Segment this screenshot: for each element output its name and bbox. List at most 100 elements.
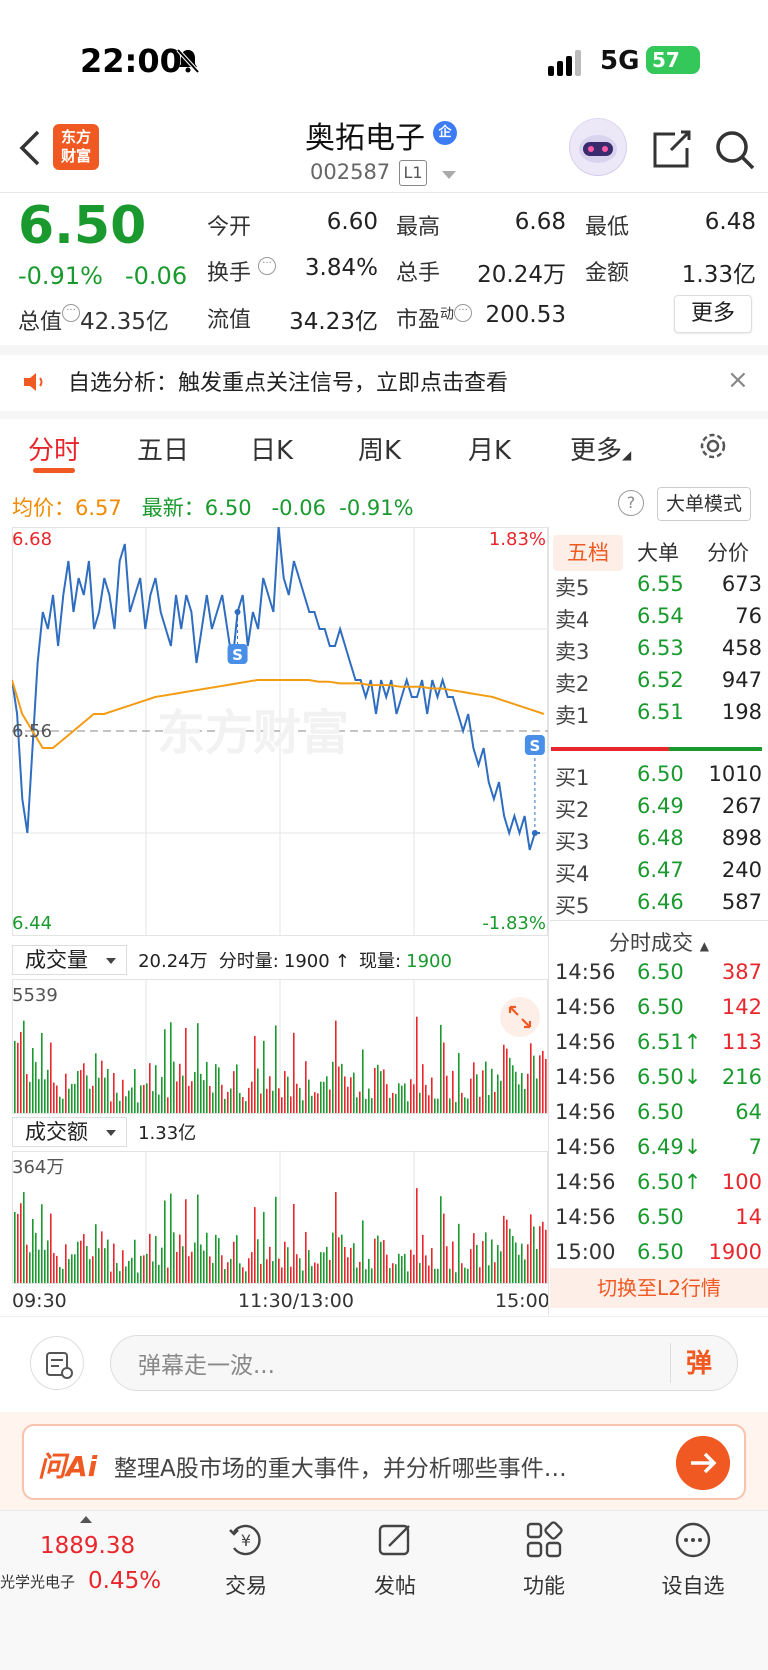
volume-bar bbox=[473, 1233, 475, 1283]
gear-icon[interactable] bbox=[696, 429, 730, 463]
ask-row[interactable]: 卖3 6.53 458 bbox=[555, 636, 762, 668]
volume-bar bbox=[122, 1079, 124, 1113]
tick-time: 14:56 bbox=[555, 995, 616, 1019]
tick-volume: 14 bbox=[735, 1205, 762, 1229]
chevron-up-icon[interactable] bbox=[80, 1516, 92, 1523]
tab-more[interactable]: 更多◢ bbox=[570, 430, 631, 467]
volume-bar bbox=[227, 1262, 229, 1283]
volume-bar bbox=[341, 1063, 343, 1113]
volume-dropdown[interactable]: 成交量 bbox=[12, 945, 127, 975]
ticks-header[interactable]: 分时成交 ▲ bbox=[550, 927, 768, 957]
ask-row[interactable]: 卖1 6.51 198 bbox=[555, 700, 762, 732]
nav-add-watchlist[interactable]: 设自选 bbox=[633, 1520, 753, 1600]
volume-bar bbox=[368, 1258, 370, 1283]
more-button[interactable]: 更多 bbox=[674, 295, 752, 333]
tick-row: 14:56 6.50↑ 100 bbox=[555, 1170, 762, 1204]
arrow-right-icon[interactable] bbox=[676, 1436, 730, 1490]
ask-label: 卖5 bbox=[555, 576, 590, 600]
volume-bar bbox=[350, 1247, 352, 1283]
search-icon[interactable] bbox=[713, 128, 757, 172]
chevron-down-icon[interactable] bbox=[442, 171, 456, 179]
volume-bar bbox=[503, 1215, 505, 1283]
volume-bar bbox=[362, 1220, 364, 1283]
big-order-mode-button[interactable]: 大单模式 bbox=[657, 487, 751, 521]
danmu-toggle-button[interactable]: 弹 bbox=[686, 1343, 712, 1380]
volume-bar bbox=[374, 1067, 376, 1113]
volume-bar bbox=[353, 1072, 355, 1113]
ask-row[interactable]: 卖5 6.55 673 bbox=[555, 572, 762, 604]
volume-bar bbox=[128, 1090, 130, 1113]
volume-bar bbox=[446, 1246, 448, 1283]
intraday-chart[interactable]: 东方财富 S S 6.68 6.56 6.44 1.83% -1.83% 5539… bbox=[12, 527, 548, 1307]
volume-bar bbox=[71, 1083, 73, 1113]
volume-bar bbox=[80, 1240, 82, 1283]
volume-bar bbox=[140, 1255, 142, 1283]
tab-weekly-k[interactable]: 周K bbox=[358, 430, 401, 467]
app-logo: 东方财富 bbox=[53, 124, 99, 170]
switch-l2-button[interactable]: 切换至L2行情 bbox=[550, 1268, 768, 1308]
nav-trade[interactable]: ¥ 交易 bbox=[186, 1520, 306, 1600]
volume-bar bbox=[101, 1231, 103, 1283]
tick-time: 14:56 bbox=[555, 1030, 616, 1054]
volume-bar bbox=[206, 1232, 208, 1283]
index-value[interactable]: 1889.38 bbox=[40, 1533, 135, 1559]
ask-row[interactable]: 卖4 6.54 76 bbox=[555, 604, 762, 636]
close-icon[interactable]: × bbox=[727, 365, 749, 395]
tick-time: 15:00 bbox=[555, 1240, 616, 1264]
back-icon[interactable] bbox=[18, 128, 42, 168]
tick-time: 14:56 bbox=[555, 1205, 616, 1229]
volume-bar bbox=[446, 1075, 448, 1113]
tick-price: 6.50 bbox=[637, 1205, 684, 1229]
danmu-placeholder[interactable]: 弹幕走一波... bbox=[138, 1346, 275, 1380]
tab-five-day[interactable]: 五日 bbox=[137, 430, 189, 467]
nav-functions[interactable]: 功能 bbox=[484, 1520, 604, 1600]
volume-bar bbox=[161, 1247, 163, 1283]
volume-bar bbox=[212, 1092, 214, 1113]
volume-bar bbox=[266, 1088, 268, 1113]
volume-bar bbox=[89, 1088, 91, 1113]
volume-bar bbox=[488, 1265, 490, 1283]
volume-bar bbox=[503, 1044, 505, 1113]
amount-dropdown[interactable]: 成交额 bbox=[12, 1117, 127, 1147]
banner-text[interactable]: 自选分析：触发重点关注信号，立即点击查看 bbox=[68, 365, 508, 397]
help-icon[interactable]: ? bbox=[618, 490, 644, 516]
tab-price-dist[interactable]: 分价 bbox=[693, 535, 763, 571]
volume-bar bbox=[158, 1094, 160, 1113]
bid-row[interactable]: 买2 6.49 267 bbox=[555, 794, 762, 826]
bid-row[interactable]: 买3 6.48 898 bbox=[555, 826, 762, 858]
ai-robot-avatar[interactable] bbox=[569, 118, 627, 176]
volume-bar bbox=[323, 1252, 325, 1283]
volume-bar bbox=[449, 1098, 451, 1113]
volume-bar bbox=[221, 1255, 223, 1283]
tick-price: 6.50 bbox=[637, 1100, 684, 1124]
volume-bar bbox=[83, 1234, 85, 1283]
volume-bar bbox=[431, 1077, 433, 1113]
bid-row[interactable]: 买1 6.50 1010 bbox=[555, 762, 762, 794]
tab-five-level[interactable]: 五档 bbox=[553, 535, 623, 571]
bid-row[interactable]: 买4 6.47 240 bbox=[555, 858, 762, 890]
volume-bar bbox=[314, 1092, 316, 1113]
volume-bar bbox=[119, 1271, 121, 1283]
bid-price: 6.49 bbox=[637, 794, 684, 818]
volume-bar bbox=[188, 1085, 190, 1113]
volume-bar bbox=[44, 1249, 46, 1283]
volume-bar bbox=[35, 1062, 37, 1113]
ai-prompt-text[interactable]: 整理A股市场的重大事件，并分析哪些事件… bbox=[114, 1449, 567, 1483]
volume-bar bbox=[182, 1075, 184, 1113]
tab-big-order[interactable]: 大单 bbox=[623, 535, 693, 571]
share-icon[interactable] bbox=[651, 128, 693, 170]
volume-bar bbox=[128, 1260, 130, 1283]
level-badge[interactable]: L1 bbox=[399, 160, 427, 186]
index-change[interactable]: 0.45% bbox=[88, 1568, 161, 1594]
comment-list-icon[interactable] bbox=[30, 1336, 84, 1390]
tab-intraday[interactable]: 分时 bbox=[28, 430, 80, 467]
index-name[interactable]: 光学光电子 bbox=[0, 1571, 75, 1592]
tab-monthly-k[interactable]: 月K bbox=[468, 430, 511, 467]
bid-row[interactable]: 买5 6.46 587 bbox=[555, 890, 762, 922]
volume-bar bbox=[539, 1226, 541, 1283]
tab-daily-k[interactable]: 日K bbox=[250, 430, 293, 467]
nav-post[interactable]: 发帖 bbox=[335, 1520, 455, 1600]
ask-row[interactable]: 卖2 6.52 947 bbox=[555, 668, 762, 700]
volume-bar bbox=[143, 1255, 145, 1283]
tick-volume: 216 bbox=[721, 1065, 762, 1089]
